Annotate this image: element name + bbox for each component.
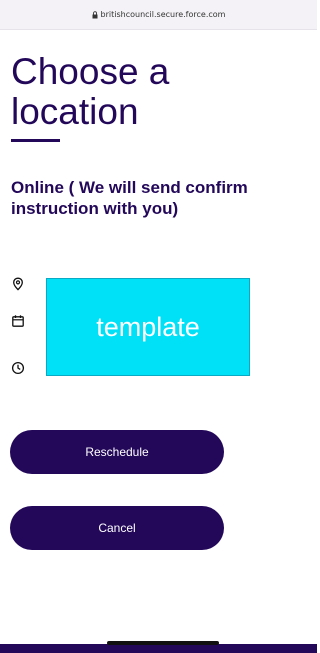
cancel-button[interactable]: Cancel <box>10 506 224 550</box>
calendar-icon <box>11 314 25 328</box>
title-underline <box>11 139 60 142</box>
footer-bar <box>0 644 317 653</box>
page-title-line-1: Choose a <box>11 51 170 92</box>
lock-icon <box>92 10 98 19</box>
browser-address-bar[interactable]: britishcouncil.secure.force.com <box>0 0 317 30</box>
page-title: Choose a location <box>11 52 169 132</box>
url-text: britishcouncil.secure.force.com <box>100 10 226 19</box>
location-type-heading: Online ( We will send confirm instructio… <box>11 178 248 218</box>
reschedule-button[interactable]: Reschedule <box>10 430 224 474</box>
template-placeholder: template <box>46 278 250 376</box>
home-indicator[interactable] <box>107 641 219 645</box>
page-title-line-2: location <box>11 91 139 132</box>
clock-icon <box>11 361 25 375</box>
location-pin-icon <box>11 277 25 291</box>
